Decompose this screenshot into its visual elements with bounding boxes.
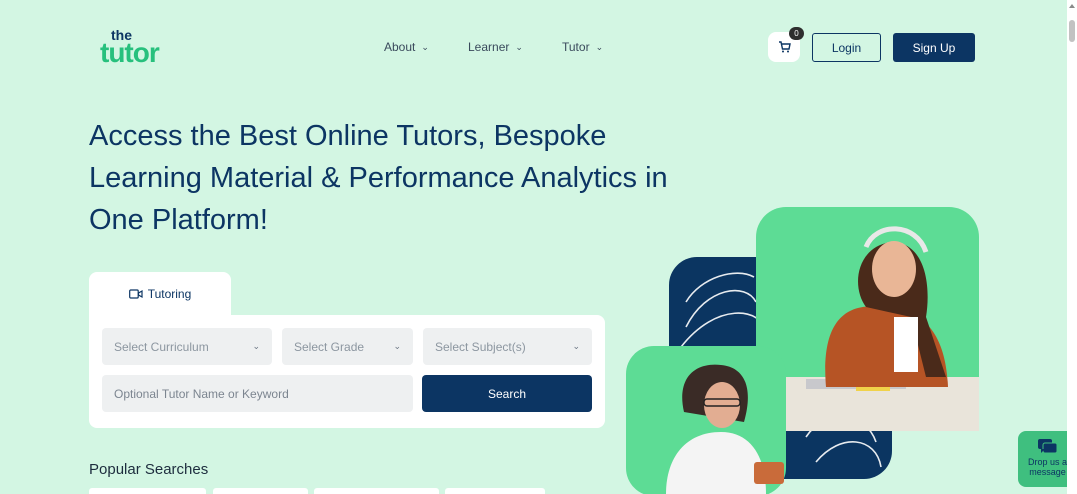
- hero-title-line: Access the Best Online Tutors, Bespoke: [89, 120, 607, 152]
- nav-learner-label: Learner: [468, 40, 510, 54]
- cart-icon: [778, 41, 791, 53]
- login-button[interactable]: Login: [812, 33, 881, 62]
- video-camera-icon: [128, 289, 143, 299]
- nav-about[interactable]: About ⌄: [384, 40, 429, 54]
- cart-count-badge: 0: [789, 27, 804, 40]
- nav-tutor-label: Tutor: [562, 40, 590, 54]
- page-scrollbar[interactable]: [1067, 0, 1077, 494]
- curriculum-select-value: Select Curriculum: [114, 339, 209, 354]
- subject-select-value: Select Subject(s): [435, 339, 526, 354]
- chevron-down-icon: ⌄: [515, 41, 523, 52]
- curriculum-select[interactable]: Select Curriculum ⌄: [102, 328, 272, 365]
- popular-search-chip[interactable]: [213, 488, 308, 494]
- chevron-down-icon: ⌄: [595, 41, 604, 52]
- subject-select[interactable]: Select Subject(s) ⌄: [423, 328, 592, 365]
- hero-title-line: One Platform!: [89, 204, 268, 236]
- tab-tutoring-label: Tutoring: [147, 287, 192, 301]
- hero-title-line: Learning Material & Performance Analytic…: [89, 162, 668, 194]
- popular-searches-title: Popular Searches: [89, 461, 209, 478]
- signup-button[interactable]: Sign Up: [893, 33, 975, 62]
- tab-tutoring[interactable]: Tutoring: [89, 272, 231, 316]
- nav-tutor[interactable]: Tutor ⌄: [562, 40, 603, 54]
- hero-illustration: [626, 207, 979, 494]
- chevron-down-icon: ⌄: [393, 341, 401, 351]
- grade-select[interactable]: Select Grade ⌄: [282, 328, 413, 365]
- chat-icon: [1038, 439, 1058, 454]
- search-button[interactable]: Search: [422, 375, 592, 412]
- chevron-down-icon: ⌄: [572, 341, 580, 351]
- scroll-up-arrow-icon[interactable]: [1069, 4, 1075, 8]
- logo-tutor: tutor: [100, 37, 160, 68]
- chevron-down-icon: ⌄: [421, 41, 429, 52]
- popular-search-chip[interactable]: [314, 488, 439, 494]
- nav-about-label: About: [384, 40, 416, 54]
- chevron-down-icon: ⌄: [252, 341, 260, 351]
- logo[interactable]: the tutor: [100, 27, 190, 68]
- keyword-input[interactable]: [102, 375, 413, 412]
- grade-select-value: Select Grade: [294, 339, 365, 354]
- scrollbar-thumb[interactable]: [1069, 20, 1075, 42]
- popular-search-chip[interactable]: [445, 488, 545, 494]
- popular-search-chip[interactable]: [89, 488, 206, 494]
- nav-learner[interactable]: Learner ⌄: [468, 40, 523, 54]
